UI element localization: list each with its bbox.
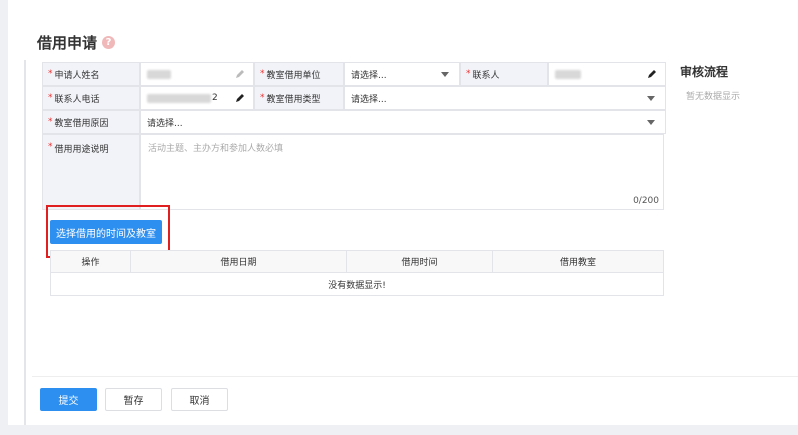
required-mark: * [48,69,53,79]
review-process-empty: 暂无数据显示 [686,92,741,102]
purpose-label: * 借用用途说明 [42,134,140,210]
phone-redacted [147,93,211,103]
purpose-placeholder: 活动主题、主办方和参加人数必填 [148,144,284,154]
phone-label-text: 联系人电话 [54,94,100,105]
table-header: 操作 借用日期 借用时间 借用教室 [51,251,663,273]
purpose-textarea[interactable]: 活动主题、主办方和参加人数必填 0/200 [140,134,664,210]
pencil-icon[interactable] [235,69,245,79]
pencil-icon[interactable] [647,69,657,79]
unit-select-value: 请选择... [351,70,387,81]
page-title: 借用申请 ? [37,32,116,53]
applicant-label-text: 申请人姓名 [54,70,100,81]
purpose-label-text: 借用用途说明 [54,145,109,155]
required-mark: * [466,69,471,79]
applicant-name-field[interactable] [140,62,254,86]
required-mark: * [260,93,265,103]
page-container: 借用申请 ? * 申请人姓名 * 教室借用单位 请选择... * 联系人 * 联… [8,0,798,425]
page-title-text: 借用申请 [37,34,98,52]
form-row-3: * 教室借用原因 请选择... [42,110,666,134]
booking-table: 操作 借用日期 借用时间 借用教室 没有数据显示! [50,250,664,296]
phone-value-suffix: 2 [212,93,218,103]
contact-redacted [555,69,581,79]
chevron-down-icon [647,120,655,125]
reason-label-text: 教室借用原因 [54,118,109,129]
form-row-1: * 申请人姓名 * 教室借用单位 请选择... * 联系人 [42,62,666,86]
unit-label: * 教室借用单位 [254,62,344,86]
type-label: * 教室借用类型 [254,86,344,110]
table-header-cell: 借用时间 [347,251,493,272]
applicant-label: * 申请人姓名 [42,62,140,86]
table-header-cell: 借用日期 [131,251,347,272]
reason-select[interactable]: 请选择... [140,110,666,134]
chevron-down-icon [647,96,655,101]
type-select-value: 请选择... [351,94,387,105]
cancel-button[interactable]: 取消 [171,388,228,411]
help-icon[interactable]: ? [102,36,116,49]
review-process-title: 审核流程 [680,65,729,79]
required-mark: * [48,117,53,127]
form-row-2: * 联系人电话 2 * 教室借用类型 请选择... [42,86,666,110]
save-draft-button[interactable]: 暂存 [105,388,162,411]
applicant-name-redacted [147,69,171,79]
table-empty-message: 没有数据显示! [328,280,386,291]
unit-select[interactable]: 请选择... [344,62,460,86]
purpose-char-counter: 0/200 [633,196,659,206]
contact-label: * 联系人 [460,62,548,86]
required-mark: * [48,142,53,152]
reason-select-value: 请选择... [147,118,183,129]
required-mark: * [48,93,53,103]
contact-field[interactable] [548,62,666,86]
table-header-cell: 操作 [51,251,131,272]
type-select[interactable]: 请选择... [344,86,666,110]
phone-label: * 联系人电话 [42,86,140,110]
contact-label-text: 联系人 [472,70,500,81]
chevron-down-icon [441,72,449,77]
phone-field[interactable]: 2 [140,86,254,110]
type-label-text: 教室借用类型 [266,94,321,105]
required-mark: * [260,69,265,79]
pencil-icon[interactable] [235,93,245,103]
submit-button[interactable]: 提交 [40,388,97,411]
footer-actions: 提交 暂存 取消 [32,376,798,418]
unit-label-text: 教室借用单位 [266,70,321,81]
select-time-classroom-button[interactable]: 选择借用的时间及教室 [50,220,162,244]
reason-label: * 教室借用原因 [42,110,140,134]
table-header-cell: 借用教室 [559,258,596,268]
left-divider [24,60,26,425]
